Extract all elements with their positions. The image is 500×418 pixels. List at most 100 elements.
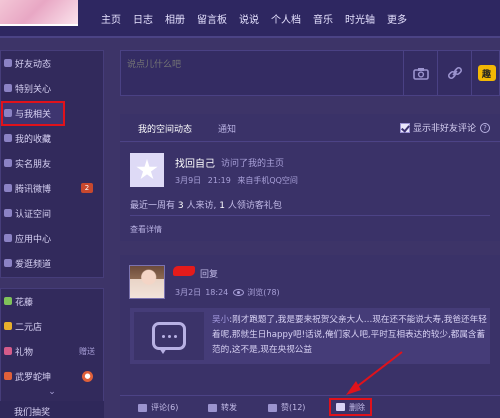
sidebar-item-label: 我的收藏 [15, 135, 52, 145]
sidebar-item-label: 与我相关 [15, 110, 52, 120]
quote-thumbnail [134, 312, 204, 360]
sidebar-app-two-yuan-shop[interactable]: 二元店 [1, 314, 103, 339]
sidebar-item-label: 特别关心 [15, 85, 52, 95]
nav-item-timeline[interactable]: 时光轴 [339, 11, 381, 26]
visitor-name[interactable]: 找回自己 [175, 155, 215, 170]
stats-suffix: 人领访客礼包 [227, 201, 282, 211]
shop-icon [4, 322, 12, 330]
new-badge-icon: ● [82, 371, 93, 382]
top-nav: 主页 日志 相册 留言板 说说 个人档 音乐 时光轴 更多 [0, 0, 500, 36]
view-details-link[interactable]: 查看详情 [130, 224, 162, 235]
sidebar: 好友动态 特别关心 与我相关 我的收藏 实名朋友 腾讯微博 2 认证空间 应用中… [0, 50, 104, 418]
feed-header: 我的空间动态 通知 显示非好友评论 ? [120, 114, 500, 142]
show-non-friend-comments-toggle[interactable]: 显示非好友评论 ? [400, 121, 491, 134]
nav-item-profile[interactable]: 个人档 [265, 11, 307, 26]
sidebar-item-label: 我们抽奖 [14, 408, 51, 418]
show-non-friend-label: 显示非好友评论 [413, 124, 477, 134]
trash-icon [336, 403, 345, 411]
gift-icon [4, 347, 12, 355]
reply-time: 18:24 [205, 288, 229, 297]
like-label: 赞(12) [281, 403, 306, 412]
sidebar-item-app-center[interactable]: 应用中心 [1, 226, 103, 251]
sidebar-item-label: 礼物 [15, 348, 34, 358]
nav-item-more[interactable]: 更多 [381, 11, 413, 26]
sidebar-item-friend-feed[interactable]: 好友动态 [1, 51, 103, 76]
verified-icon [4, 209, 12, 217]
camera-icon[interactable] [403, 51, 437, 95]
forward-label: 转发 [221, 403, 237, 412]
sidebar-item-browse-channel[interactable]: 爱逛频道 [1, 251, 103, 276]
comment-icon [138, 403, 147, 412]
stats-prefix: 最近一周有 [130, 201, 176, 211]
quote-author[interactable]: 吴小 [212, 315, 229, 325]
sidebar-item-label: 认证空间 [15, 210, 52, 220]
card-divider [130, 215, 490, 216]
stats-visitor-count: 3 [177, 201, 184, 211]
like-button[interactable]: 赞(12) [268, 402, 305, 413]
count-badge: 2 [81, 183, 93, 193]
visit-notification-card: 找回自己 访问了我的主页 3月9日 21:19 来自手机QQ空间 最近一周有 3… [120, 143, 500, 241]
sidebar-app-gifts[interactable]: 礼物 赠送 [1, 339, 103, 364]
link-icon[interactable] [437, 51, 471, 95]
quoted-post[interactable]: 吴小:刚才跑题了,我是要来祝贺父亲大人…现在还不能说大寿,我爸还年轻着呢,那就生… [130, 308, 490, 364]
eye-icon [233, 289, 245, 296]
feed-icon [4, 59, 12, 67]
sidebar-item-label: 花藤 [15, 298, 34, 308]
apps-icon [4, 234, 12, 242]
avatar[interactable] [129, 265, 165, 299]
nav-item-blog[interactable]: 日志 [127, 11, 159, 26]
nav-divider [0, 36, 500, 38]
fun-badge: 趣 [477, 65, 496, 81]
post-action-bar: 评论(6) 转发 赞(12) 删除 [120, 395, 500, 418]
chevron-down-icon[interactable]: ⌄ [0, 387, 104, 401]
reply-date: 3月2日 [175, 288, 202, 297]
delete-button[interactable]: 删除 [329, 398, 372, 416]
delete-label: 删除 [349, 402, 365, 412]
quote-body: :刚才跑题了,我是要来祝贺父亲大人…现在还不能说大寿,我爸还年轻着呢,那就生日h… [212, 315, 487, 355]
sidebar-item-label: 应用中心 [15, 235, 52, 245]
tab-notifications[interactable]: 通知 [218, 122, 236, 135]
sidebar-item-related-to-me[interactable]: 与我相关 [1, 101, 65, 126]
tab-my-space-feed[interactable]: 我的空间动态 [138, 122, 192, 135]
sidebar-app-lottery[interactable]: 我们抽奖 [0, 401, 104, 418]
visitor-stats: 最近一周有 3 人来访, 1 人领访客礼包 [130, 198, 282, 211]
sidebar-app-game[interactable]: 武罗蛇坤 ● [1, 364, 103, 389]
sidebar-item-favorites[interactable]: 我的收藏 [1, 126, 103, 151]
comment-label: 评论(6) [151, 403, 179, 412]
nav-item-music[interactable]: 音乐 [307, 11, 339, 26]
star-icon [136, 159, 158, 180]
nav-item-guestbook[interactable]: 留言板 [191, 11, 233, 26]
sidebar-item-verified-space[interactable]: 认证空间 [1, 201, 103, 226]
sidebar-item-label: 爱逛频道 [15, 260, 52, 270]
redacted-username-mark [173, 266, 195, 276]
sidebar-item-tencent-weibo[interactable]: 腾讯微博 2 [1, 176, 103, 201]
at-icon [4, 109, 12, 117]
nav-item-shuoshuo[interactable]: 说说 [233, 11, 265, 26]
thumbs-up-icon [268, 403, 277, 412]
comment-button[interactable]: 评论(6) [138, 402, 178, 413]
sidebar-item-label: 二元店 [15, 323, 43, 333]
post-composer: 趣 [120, 50, 500, 96]
avatar[interactable] [130, 153, 164, 187]
send-gift-link[interactable]: 赠送 [79, 346, 95, 357]
nav-menu: 主页 日志 相册 留言板 说说 个人档 音乐 时光轴 更多 [95, 11, 413, 26]
comment-bubble-icon [152, 322, 186, 354]
channel-icon [4, 259, 12, 267]
game-icon [4, 372, 12, 380]
sidebar-item-special-care[interactable]: 特别关心 [1, 76, 103, 101]
fun-icon[interactable]: 趣 [471, 51, 500, 95]
flower-icon [4, 297, 12, 305]
profile-banner-avatar[interactable] [0, 0, 78, 26]
sidebar-item-real-name-friends[interactable]: 实名朋友 [1, 151, 103, 176]
forward-button[interactable]: 转发 [208, 402, 237, 413]
reply-meta: 3月2日 18:24 浏览(78) [175, 287, 280, 298]
sidebar-app-huateng[interactable]: 花藤 [1, 289, 103, 314]
checkbox-icon[interactable] [400, 122, 410, 133]
heart-icon [4, 84, 12, 92]
view-count: 浏览(78) [247, 288, 280, 297]
nav-item-home[interactable]: 主页 [95, 11, 127, 26]
post-input[interactable] [121, 51, 401, 95]
help-icon[interactable]: ? [480, 122, 491, 133]
star-icon [4, 134, 12, 142]
nav-item-album[interactable]: 相册 [159, 11, 191, 26]
